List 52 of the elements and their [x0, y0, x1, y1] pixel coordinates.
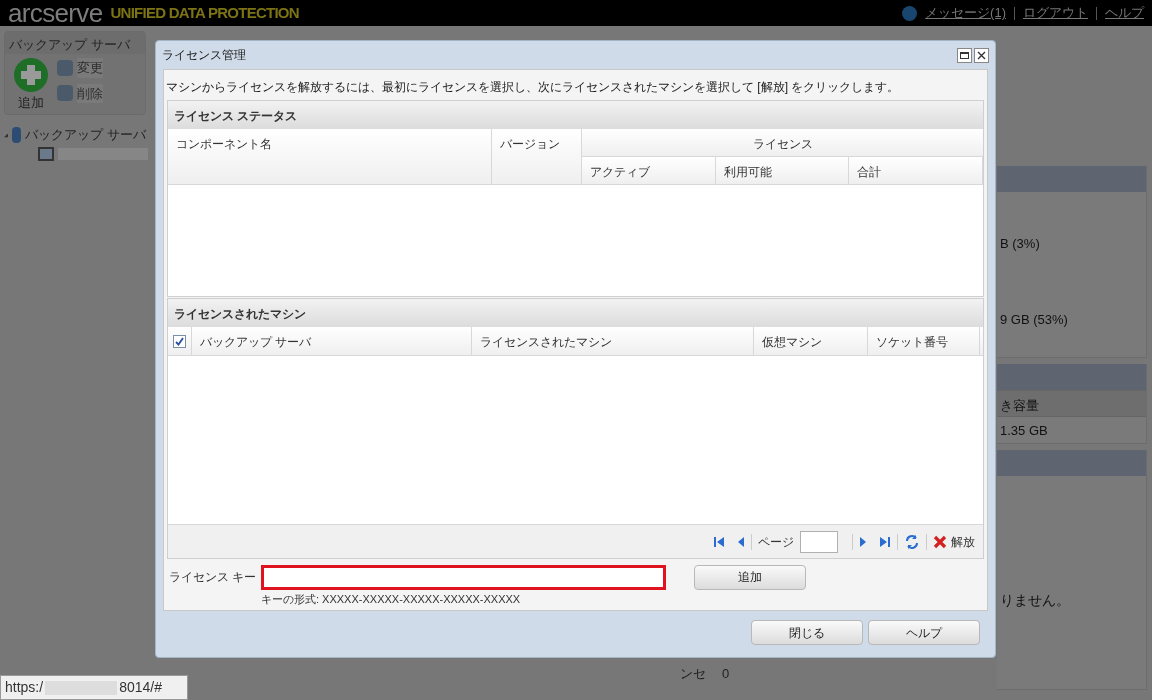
section-header: ライセンス ステータス: [168, 101, 983, 129]
row-label: ンセ: [680, 665, 706, 683]
close-icon: [933, 534, 947, 549]
info-icon: [902, 5, 918, 21]
first-page-button[interactable]: [713, 535, 725, 548]
usage-text: B (3%): [1000, 236, 1040, 251]
dialog-button[interactable]: ヘルプ: [868, 620, 980, 645]
license-key-label: ライセンス キー: [169, 569, 258, 586]
computer-icon: [38, 146, 54, 161]
page-label: ページ: [758, 533, 794, 551]
header-link[interactable]: ヘルプ: [1105, 3, 1144, 23]
tree-item[interactable]: バックアップ サーバ: [25, 125, 146, 145]
license-key-field[interactable]: [261, 564, 666, 590]
usage-text: 9 GB (53%): [1000, 311, 1068, 327]
status-url: https:/ 8014/#: [0, 675, 188, 700]
message-text: りません。: [1000, 592, 1070, 608]
column-header: コンポーネント名: [168, 129, 492, 184]
row-value: 0: [722, 665, 730, 683]
page-field[interactable]: [800, 530, 838, 553]
instruction-text: マシンからライセンスを解放するには、最初にライセンスを選択し、次にライセンスされたマシンを選択して [解放] をクリックします。: [165, 79, 901, 96]
link-separator: [1014, 6, 1015, 20]
section-header: ライセンスされたマシン: [168, 299, 983, 327]
close-button[interactable]: [974, 47, 989, 63]
add-key-button[interactable]: 追加: [694, 564, 806, 590]
header-link[interactable]: ログアウト: [1023, 3, 1088, 23]
ribbon-group-title: バックアップ サーバ: [5, 32, 145, 54]
maximize-button[interactable]: [957, 47, 972, 63]
column-header: バックアップ サーバ: [192, 327, 472, 355]
column-header: 仮想マシン: [754, 327, 868, 355]
column-header: ソケット番号: [868, 327, 980, 355]
logo: arcserve: [8, 0, 103, 26]
column-header: アクティブ: [582, 157, 716, 184]
add-button[interactable]: 追加: [13, 57, 49, 113]
dialog-title: ライセンス管理: [162, 47, 246, 64]
column-header: ライセンスされたマシン: [472, 327, 754, 355]
table-header: き容量: [997, 390, 1146, 417]
refresh-button[interactable]: [904, 533, 920, 550]
link-separator: [1096, 6, 1097, 20]
release-button[interactable]: 解放: [933, 532, 975, 551]
dialog-button[interactable]: 閉じる: [751, 620, 863, 645]
plus-icon: [13, 57, 49, 93]
column-header: 合計: [849, 157, 983, 184]
table-cell: 1.35 GB: [1000, 423, 1048, 438]
column-header: 利用可能: [715, 157, 850, 184]
select-all-checkbox[interactable]: [173, 334, 186, 348]
column-header: バージョン: [492, 129, 582, 184]
previous-page-button[interactable]: [737, 535, 745, 548]
key-format-hint: キーの形式: XXXXX-XXXXX-XXXXX-XXXXX-XXXXX: [260, 592, 522, 607]
last-page-button[interactable]: [879, 535, 891, 548]
header-link[interactable]: メッセージ(1): [925, 3, 1006, 23]
logo-tagline: UNIFIED DATA PROTECTION: [110, 2, 299, 23]
next-page-button[interactable]: [859, 535, 867, 548]
